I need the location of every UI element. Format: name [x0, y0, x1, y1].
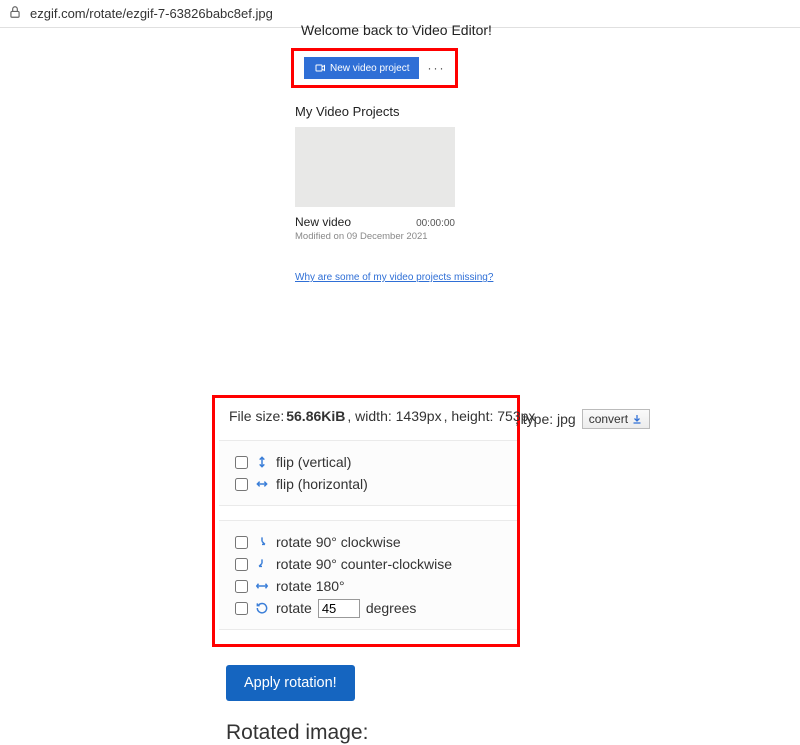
- rotate-cw-icon: [254, 535, 270, 549]
- flip-horizontal-row[interactable]: flip (horizontal): [235, 473, 501, 495]
- apply-rotation-button[interactable]: Apply rotation!: [226, 665, 355, 701]
- video-editor-heading: Welcome back to Video Editor!: [283, 22, 543, 38]
- project-title: New video: [295, 215, 351, 229]
- rotate-options-highlight: File size: 56.86KiB , width: 1439px , he…: [212, 395, 520, 647]
- rotate-ccw-row[interactable]: rotate 90° counter-clockwise: [235, 553, 501, 575]
- flip-horizontal-checkbox[interactable]: [235, 478, 248, 491]
- flip-vertical-icon: [254, 455, 270, 469]
- rotate-cw-row[interactable]: rotate 90° clockwise: [235, 531, 501, 553]
- rotate-custom-icon: [254, 601, 270, 615]
- new-video-project-button[interactable]: New video project: [304, 57, 419, 79]
- new-project-label: New video project: [330, 63, 409, 74]
- flip-group: flip (vertical) flip (horizontal): [219, 440, 517, 506]
- project-thumbnail: [295, 127, 455, 207]
- rotated-image-heading: Rotated image:: [226, 721, 800, 745]
- rotate-180-row[interactable]: rotate 180°: [235, 575, 501, 597]
- rotate-custom-prefix: rotate: [276, 597, 312, 619]
- flip-horizontal-icon: [254, 477, 270, 491]
- project-duration: 00:00:00: [416, 218, 455, 229]
- missing-projects-link[interactable]: Why are some of my video projects missin…: [295, 272, 493, 283]
- rotate-group: rotate 90° clockwise rotate 90° counter-…: [219, 520, 517, 630]
- project-modified: Modified on 09 December 2021: [295, 231, 455, 242]
- project-card[interactable]: New video 00:00:00 Modified on 09 Decemb…: [295, 127, 455, 242]
- rotate-custom-suffix: degrees: [366, 597, 417, 619]
- lock-icon: [8, 5, 22, 22]
- rotate-degrees-input[interactable]: [318, 599, 360, 618]
- flip-vertical-label: flip (vertical): [276, 451, 351, 473]
- rotate-ccw-checkbox[interactable]: [235, 558, 248, 571]
- rotate-180-checkbox[interactable]: [235, 580, 248, 593]
- flip-horizontal-label: flip (horizontal): [276, 473, 368, 495]
- file-type-info: , type: jpg convert: [515, 409, 650, 429]
- new-project-highlight: New video project ···: [291, 48, 458, 88]
- width-label: , width: 1439px: [347, 408, 441, 424]
- file-info: File size: 56.86KiB , width: 1439px , he…: [229, 408, 505, 424]
- url-text[interactable]: ezgif.com/rotate/ezgif-7-63826babc8ef.jp…: [30, 6, 273, 21]
- rotate-cw-label: rotate 90° clockwise: [276, 531, 401, 553]
- video-icon: [314, 62, 326, 74]
- convert-button[interactable]: convert: [582, 409, 650, 429]
- more-button[interactable]: ···: [427, 61, 445, 75]
- rotate-custom-row[interactable]: rotate degrees: [235, 597, 501, 619]
- flip-vertical-row[interactable]: flip (vertical): [235, 451, 501, 473]
- flip-vertical-checkbox[interactable]: [235, 456, 248, 469]
- rotate-cw-checkbox[interactable]: [235, 536, 248, 549]
- rotate-180-icon: [254, 579, 270, 593]
- projects-subtitle: My Video Projects: [295, 104, 543, 119]
- rotate-ccw-icon: [254, 557, 270, 571]
- rotate-ccw-label: rotate 90° counter-clockwise: [276, 553, 452, 575]
- rotate-180-label: rotate 180°: [276, 575, 345, 597]
- size-value: 56.86KiB: [286, 408, 345, 424]
- rotate-custom-checkbox[interactable]: [235, 602, 248, 615]
- download-icon: [631, 413, 643, 425]
- size-label: File size:: [229, 408, 284, 424]
- type-label: , type: jpg: [515, 411, 576, 427]
- convert-label: convert: [589, 412, 628, 426]
